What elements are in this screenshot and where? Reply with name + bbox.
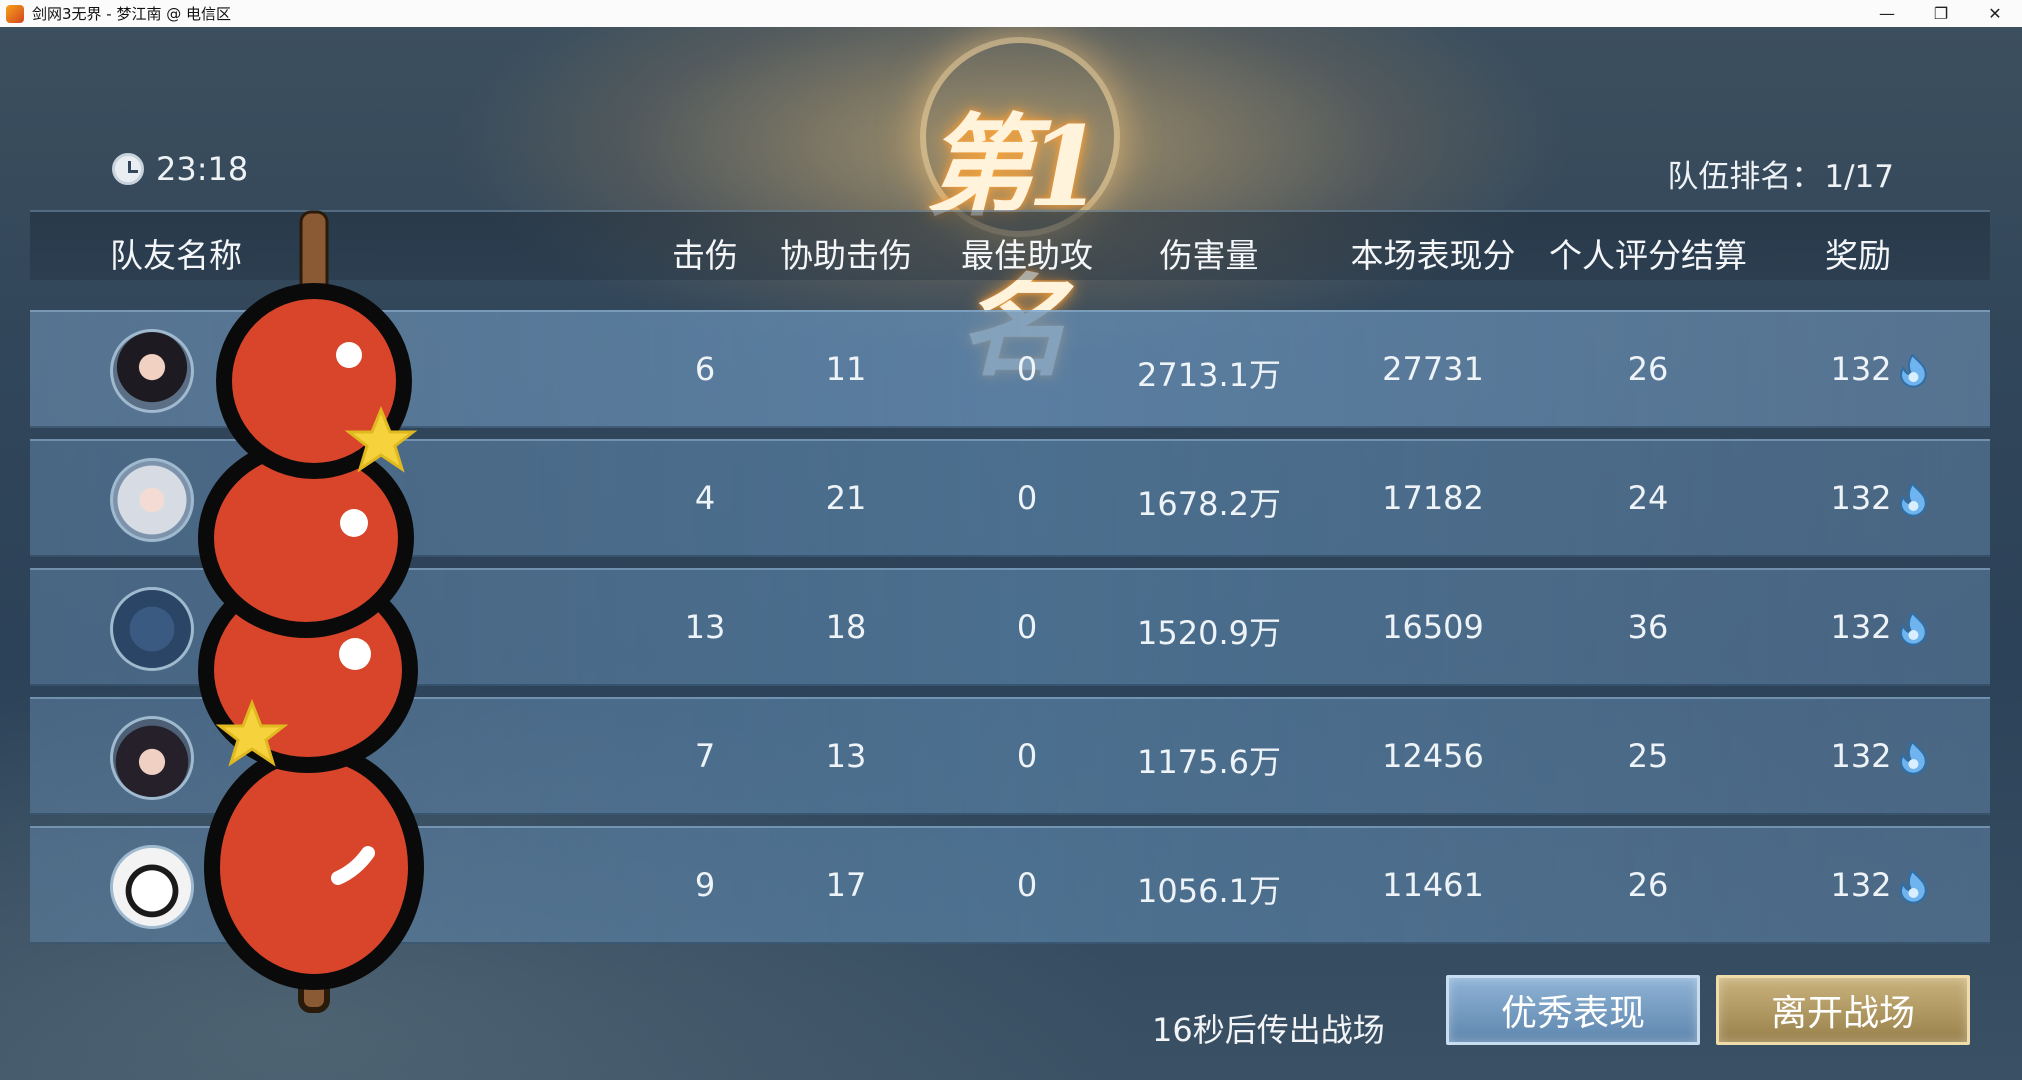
assists-cell: 11	[825, 350, 867, 388]
dark-hair-character-avatar[interactable]	[110, 329, 194, 413]
app-icon	[6, 4, 24, 23]
best-assist-cell: 0	[1016, 608, 1038, 646]
damage-cell: 1056.1万	[1137, 872, 1281, 910]
kills-cell: 4	[694, 479, 716, 517]
rating-cell: 26	[1627, 866, 1669, 904]
kills-cell: 13	[684, 608, 726, 646]
window-titlebar: 剑网3无界 - 梦江南 @ 电信区 — ❐ ✕	[0, 0, 2022, 27]
header-damage: 伤害量	[1159, 236, 1259, 275]
reward-cell: 132	[1830, 608, 1929, 647]
team-rank-value: 1/17	[1824, 159, 1894, 195]
assists-cell: 21	[825, 479, 867, 517]
panda-avatar[interactable]	[110, 845, 194, 929]
reward-amount: 132	[1830, 608, 1892, 646]
reward-amount: 132	[1830, 737, 1892, 775]
timer-value: 23:18	[156, 150, 249, 188]
match-timer: 23:18	[112, 150, 248, 188]
header-best-assist: 最佳助攻	[961, 236, 1093, 275]
damage-cell: 2713.1万	[1137, 356, 1281, 394]
reward-cell: 132	[1830, 866, 1929, 905]
best-assist-cell: 0	[1016, 737, 1038, 775]
reward-amount: 132	[1830, 479, 1892, 517]
blue-flame-currency-icon	[1900, 869, 1927, 904]
table-row[interactable]: 4 21 0 1678.2万 17182 24 132	[30, 439, 1990, 557]
rating-cell: 26	[1627, 350, 1669, 388]
kills-cell: 6	[694, 350, 716, 388]
reward-cell: 132	[1830, 737, 1929, 776]
excellent-performance-button[interactable]: 优秀表现	[1446, 975, 1700, 1045]
performance-cell: 16509	[1382, 608, 1484, 646]
table-row[interactable]: 6 11 0 2713.1万 27731 26 132	[30, 310, 1990, 428]
table-header: 队友名称 击伤 协助击伤 最佳助攻 伤害量 本场表现分 个人评分结算 奖励	[30, 210, 1990, 280]
table-row[interactable]: 7 13 0 1175.6万 12456 25 132	[30, 697, 1990, 815]
blue-flame-currency-icon	[1900, 740, 1927, 775]
damage-cell: 1175.6万	[1137, 743, 1281, 781]
reward-cell: 132	[1830, 479, 1929, 518]
best-assist-cell: 0	[1016, 866, 1038, 904]
header-kills: 击伤	[672, 236, 738, 275]
damage-cell: 1520.9万	[1137, 614, 1281, 652]
table-row[interactable]: 13 18 0 1520.9万 16509 36 132	[30, 568, 1990, 686]
assists-cell: 18	[825, 608, 867, 646]
damage-cell: 1678.2万	[1137, 485, 1281, 523]
white-hair-character-avatar[interactable]	[110, 458, 194, 542]
table-row[interactable]: 9 17 0 1056.1万 11461 26 132	[30, 826, 1990, 944]
assists-cell: 13	[825, 737, 867, 775]
header-name: 队友名称	[110, 236, 242, 275]
blue-flame-currency-icon	[1900, 482, 1927, 517]
exit-countdown: 16秒后传出战场	[1152, 1011, 1385, 1049]
rating-cell: 25	[1627, 737, 1669, 775]
team-rank: 队伍排名：1/17	[1665, 151, 1894, 196]
best-assist-cell: 0	[1016, 479, 1038, 517]
rating-cell: 24	[1627, 479, 1669, 517]
best-assist-cell: 0	[1016, 350, 1038, 388]
blue-flame-currency-icon	[1900, 353, 1927, 388]
rating-cell: 36	[1627, 608, 1669, 646]
restore-icon[interactable]: ❐	[1914, 0, 1968, 27]
clock-icon	[112, 153, 144, 185]
kills-cell: 7	[694, 737, 716, 775]
minimize-icon[interactable]: —	[1860, 0, 1914, 27]
team-rank-label: 队伍排名：	[1667, 159, 1823, 195]
performance-cell: 27731	[1382, 350, 1484, 388]
performance-cell: 12456	[1382, 737, 1484, 775]
header-rating: 个人评分结算	[1549, 236, 1747, 275]
reward-cell: 132	[1830, 350, 1929, 389]
reward-amount: 132	[1830, 350, 1892, 388]
ornate-hair-character-avatar[interactable]	[110, 716, 194, 800]
performance-cell: 17182	[1382, 479, 1484, 517]
header-assists: 协助击伤	[780, 236, 912, 275]
window-title: 剑网3无界 - 梦江南 @ 电信区	[32, 5, 232, 23]
header-performance: 本场表现分	[1350, 236, 1516, 275]
window-controls: — ❐ ✕	[1860, 0, 2022, 27]
blue-flame-currency-icon	[1900, 611, 1927, 646]
leave-battlefield-button[interactable]: 离开战场	[1716, 975, 1970, 1045]
close-icon[interactable]: ✕	[1968, 0, 2022, 27]
assists-cell: 17	[825, 866, 867, 904]
performance-cell: 11461	[1382, 866, 1484, 904]
header-reward: 奖励	[1825, 236, 1891, 275]
cloud-emblem-avatar[interactable]	[110, 587, 194, 671]
kills-cell: 9	[694, 866, 716, 904]
reward-amount: 132	[1830, 866, 1892, 904]
